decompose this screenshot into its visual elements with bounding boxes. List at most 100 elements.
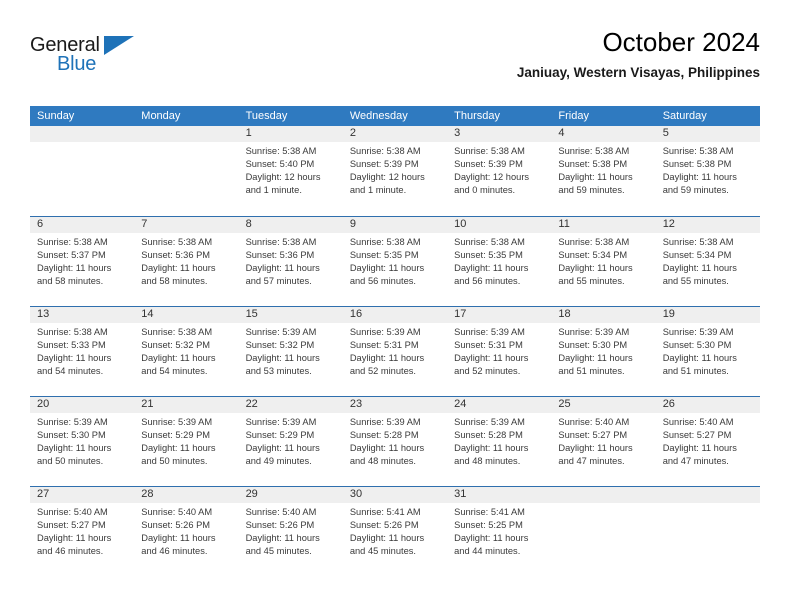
day-number: 22 <box>245 398 258 410</box>
calendar-day-cell[interactable]: 17 Sunrise: 5:39 AM Sunset: 5:31 PM Dayli… <box>447 307 551 397</box>
calendar-day-cell[interactable]: 14 Sunrise: 5:38 AM Sunset: 5:32 PM Dayli… <box>134 307 238 397</box>
day-number: 29 <box>245 488 258 500</box>
calendar-week-row: 1 Sunrise: 5:38 AM Sunset: 5:40 PM Daylig… <box>30 126 760 216</box>
sun-info: Sunrise: 5:38 AM Sunset: 5:36 PM Dayligh… <box>245 237 320 287</box>
logo-text-blue: Blue <box>57 53 97 75</box>
sun-info: Sunrise: 5:39 AM Sunset: 5:30 PM Dayligh… <box>558 327 633 377</box>
calendar-day-cell[interactable]: 27 Sunrise: 5:40 AM Sunset: 5:27 PM Dayli… <box>30 487 134 577</box>
day-number: 26 <box>662 398 675 410</box>
calendar-week-row: 20 Sunrise: 5:39 AM Sunset: 5:30 PM Dayli… <box>30 396 760 486</box>
day-number <box>37 126 134 142</box>
calendar-day-cell[interactable]: 25 Sunrise: 5:40 AM Sunset: 5:27 PM Dayli… <box>551 397 655 487</box>
sun-info: Sunrise: 5:40 AM Sunset: 5:27 PM Dayligh… <box>558 417 633 467</box>
sun-info: Sunrise: 5:39 AM Sunset: 5:30 PM Dayligh… <box>662 327 737 377</box>
calendar-day-cell[interactable]: 12 Sunrise: 5:38 AM Sunset: 5:34 PM Dayli… <box>656 217 760 307</box>
day-number <box>663 487 760 503</box>
calendar-week-row: 13 Sunrise: 5:38 AM Sunset: 5:33 PM Dayli… <box>30 306 760 396</box>
sun-info: Sunrise: 5:38 AM Sunset: 5:35 PM Dayligh… <box>454 237 529 287</box>
day-number: 14 <box>141 308 154 320</box>
day-number: 1 <box>245 127 252 139</box>
title-block: October 2024 Janiuay, Western Visayas, P… <box>517 26 760 81</box>
calendar-day-cell[interactable]: 8 Sunrise: 5:38 AM Sunset: 5:36 PM Daylig… <box>239 217 343 307</box>
calendar-day-cell[interactable]: 11 Sunrise: 5:38 AM Sunset: 5:34 PM Dayli… <box>551 217 655 307</box>
sun-info: Sunrise: 5:39 AM Sunset: 5:31 PM Dayligh… <box>454 327 529 377</box>
day-of-week-saturday: Saturday <box>662 110 707 122</box>
day-of-week-wednesday: Wednesday <box>349 110 408 122</box>
calendar-day-cell[interactable]: 19 Sunrise: 5:39 AM Sunset: 5:30 PM Dayli… <box>656 307 760 397</box>
day-number: 17 <box>454 308 467 320</box>
calendar-page: General Blue October 2024 Janiuay, Weste… <box>0 0 792 612</box>
calendar-day-cell[interactable]: 23 Sunrise: 5:39 AM Sunset: 5:28 PM Dayli… <box>343 397 447 487</box>
calendar-day-cell[interactable]: 1 Sunrise: 5:38 AM Sunset: 5:40 PM Daylig… <box>239 126 343 216</box>
calendar-week-row: 27 Sunrise: 5:40 AM Sunset: 5:27 PM Dayli… <box>30 486 760 576</box>
calendar-day-cell[interactable]: 28 Sunrise: 5:40 AM Sunset: 5:26 PM Dayli… <box>134 487 238 577</box>
sun-info: Sunrise: 5:39 AM Sunset: 5:28 PM Dayligh… <box>349 417 425 467</box>
calendar-week-row: 6 Sunrise: 5:38 AM Sunset: 5:37 PM Daylig… <box>30 216 760 306</box>
calendar-day-cell[interactable]: 4 Sunrise: 5:38 AM Sunset: 5:38 PM Daylig… <box>551 126 655 216</box>
calendar-day-cell[interactable]: 5 Sunrise: 5:38 AM Sunset: 5:38 PM Daylig… <box>656 126 760 216</box>
sun-info: Sunrise: 5:41 AM Sunset: 5:25 PM Dayligh… <box>454 507 529 557</box>
day-number: 4 <box>558 127 565 139</box>
calendar-day-cell[interactable]: 24 Sunrise: 5:39 AM Sunset: 5:28 PM Dayli… <box>447 397 551 487</box>
calendar-cell-empty <box>551 487 655 577</box>
day-number: 30 <box>349 488 363 500</box>
sun-info: Sunrise: 5:38 AM Sunset: 5:37 PM Dayligh… <box>37 237 112 287</box>
sun-info: Sunrise: 5:41 AM Sunset: 5:26 PM Dayligh… <box>349 507 425 557</box>
calendar-day-cell[interactable]: 21 Sunrise: 5:39 AM Sunset: 5:29 PM Dayli… <box>134 397 238 487</box>
calendar-day-cell[interactable]: 7 Sunrise: 5:38 AM Sunset: 5:36 PM Daylig… <box>134 217 238 307</box>
day-number: 24 <box>454 398 467 410</box>
calendar-day-cell[interactable]: 26 Sunrise: 5:40 AM Sunset: 5:27 PM Dayli… <box>656 397 760 487</box>
day-number: 28 <box>141 488 154 500</box>
day-of-week-sunday: Sunday <box>37 110 75 122</box>
calendar-day-cell[interactable]: 29 Sunrise: 5:40 AM Sunset: 5:26 PM Dayli… <box>239 487 343 577</box>
calendar-week-cells: 13 Sunrise: 5:38 AM Sunset: 5:33 PM Dayli… <box>30 307 760 397</box>
day-number: 18 <box>558 308 571 320</box>
day-of-week-thursday: Thursday <box>454 110 500 122</box>
calendar-cell-empty <box>134 126 238 216</box>
page-title: October 2024 <box>602 27 760 57</box>
general-blue-logo: General Blue <box>30 34 150 80</box>
calendar-day-cell[interactable]: 30 Sunrise: 5:41 AM Sunset: 5:26 PM Dayli… <box>343 487 447 577</box>
calendar-day-cell[interactable]: 6 Sunrise: 5:38 AM Sunset: 5:37 PM Daylig… <box>30 217 134 307</box>
calendar-week-cells: 20 Sunrise: 5:39 AM Sunset: 5:30 PM Dayli… <box>30 397 760 487</box>
calendar-day-cell[interactable]: 2 Sunrise: 5:38 AM Sunset: 5:39 PM Daylig… <box>343 126 447 216</box>
day-number: 15 <box>245 308 258 320</box>
sun-info: Sunrise: 5:38 AM Sunset: 5:33 PM Dayligh… <box>37 327 112 377</box>
calendar-day-cell[interactable]: 22 Sunrise: 5:39 AM Sunset: 5:29 PM Dayli… <box>239 397 343 487</box>
sun-info: Sunrise: 5:40 AM Sunset: 5:26 PM Dayligh… <box>141 507 216 557</box>
logo-triangle-icon <box>104 36 134 55</box>
day-number: 31 <box>454 488 467 500</box>
day-number <box>141 126 238 142</box>
sun-info: Sunrise: 5:39 AM Sunset: 5:32 PM Dayligh… <box>245 327 320 377</box>
calendar-table: Sunday Monday Tuesday Wednesday Thursday Frid… <box>30 106 760 576</box>
calendar-day-cell[interactable]: 13 Sunrise: 5:38 AM Sunset: 5:33 PM Dayli… <box>30 307 134 397</box>
sun-info: Sunrise: 5:38 AM Sunset: 5:36 PM Dayligh… <box>141 237 216 287</box>
sun-info: Sunrise: 5:38 AM Sunset: 5:39 PM Dayligh… <box>349 146 425 196</box>
page-subtitle: Janiuay, Western Visayas, Philippines <box>516 65 760 80</box>
calendar-day-cell[interactable]: 3 Sunrise: 5:38 AM Sunset: 5:39 PM Daylig… <box>447 126 551 216</box>
calendar-day-cell[interactable]: 31 Sunrise: 5:41 AM Sunset: 5:25 PM Dayli… <box>447 487 551 577</box>
sun-info: Sunrise: 5:38 AM Sunset: 5:39 PM Dayligh… <box>454 146 530 196</box>
sun-info: Sunrise: 5:39 AM Sunset: 5:29 PM Dayligh… <box>141 417 216 467</box>
calendar-day-cell[interactable]: 16 Sunrise: 5:39 AM Sunset: 5:31 PM Dayli… <box>343 307 447 397</box>
page-header: General Blue October 2024 Janiuay, Weste… <box>30 26 760 98</box>
sun-info: Sunrise: 5:39 AM Sunset: 5:31 PM Dayligh… <box>349 327 425 377</box>
sun-info: Sunrise: 5:40 AM Sunset: 5:27 PM Dayligh… <box>37 507 112 557</box>
sun-info: Sunrise: 5:38 AM Sunset: 5:34 PM Dayligh… <box>558 237 633 287</box>
day-number: 8 <box>245 218 252 230</box>
calendar-day-cell[interactable]: 10 Sunrise: 5:38 AM Sunset: 5:35 PM Dayli… <box>447 217 551 307</box>
day-number: 12 <box>662 218 675 230</box>
sun-info: Sunrise: 5:38 AM Sunset: 5:38 PM Dayligh… <box>662 146 737 196</box>
day-number: 16 <box>349 308 363 320</box>
calendar-week-cells: 27 Sunrise: 5:40 AM Sunset: 5:27 PM Dayli… <box>30 487 760 577</box>
sun-info: Sunrise: 5:38 AM Sunset: 5:34 PM Dayligh… <box>662 237 737 287</box>
day-number: 7 <box>141 218 148 230</box>
calendar-day-cell[interactable]: 15 Sunrise: 5:39 AM Sunset: 5:32 PM Dayli… <box>239 307 343 397</box>
sun-info: Sunrise: 5:39 AM Sunset: 5:30 PM Dayligh… <box>37 417 112 467</box>
calendar-cell-empty <box>30 126 134 216</box>
calendar-day-cell[interactable]: 18 Sunrise: 5:39 AM Sunset: 5:30 PM Dayli… <box>551 307 655 397</box>
calendar-week-cells: 1 Sunrise: 5:38 AM Sunset: 5:40 PM Daylig… <box>30 126 760 216</box>
day-number: 13 <box>37 308 50 320</box>
calendar-day-cell[interactable]: 9 Sunrise: 5:38 AM Sunset: 5:35 PM Daylig… <box>343 217 447 307</box>
calendar-day-cell[interactable]: 20 Sunrise: 5:39 AM Sunset: 5:30 PM Dayli… <box>30 397 134 487</box>
